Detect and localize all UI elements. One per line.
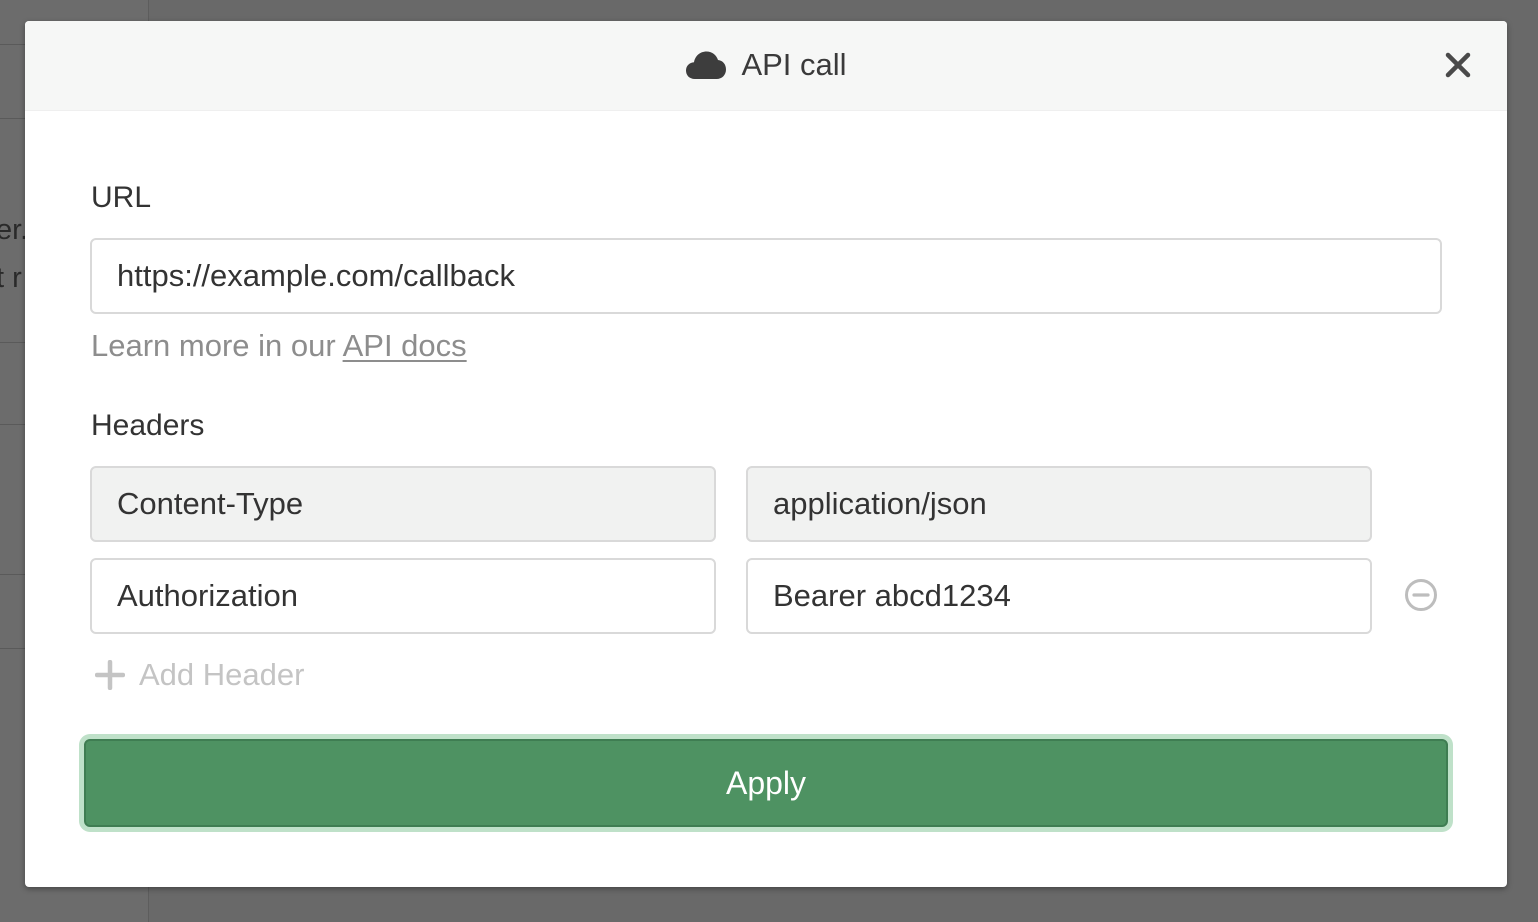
url-label: URL bbox=[91, 181, 152, 214]
add-header-label: Add Header bbox=[139, 657, 305, 692]
cloud-icon bbox=[685, 50, 727, 80]
modal-title: API call bbox=[25, 47, 1507, 88]
url-help-text: Learn more in our API docs bbox=[91, 328, 467, 364]
header-value-input[interactable] bbox=[746, 558, 1372, 634]
url-input[interactable] bbox=[90, 238, 1442, 314]
plus-icon bbox=[95, 660, 125, 690]
help-prefix: Learn more in our bbox=[91, 328, 343, 363]
background-text: t r bbox=[0, 262, 22, 294]
remove-header-button[interactable] bbox=[1404, 578, 1438, 612]
api-docs-link[interactable]: API docs bbox=[343, 328, 467, 363]
add-header-button[interactable]: Add Header bbox=[95, 657, 304, 693]
header-value-input bbox=[746, 466, 1372, 542]
close-button[interactable] bbox=[1443, 50, 1473, 80]
minus-circle-icon bbox=[1404, 578, 1438, 612]
header-name-input bbox=[90, 466, 716, 542]
modal-header: API call bbox=[25, 21, 1507, 111]
headers-label: Headers bbox=[91, 409, 205, 442]
close-icon bbox=[1443, 50, 1473, 80]
modal-title-text: API call bbox=[741, 47, 847, 82]
header-name-input[interactable] bbox=[90, 558, 716, 634]
api-call-modal: API call URL Learn more in our API docs … bbox=[25, 21, 1507, 887]
background-text: er. bbox=[0, 214, 29, 246]
apply-button[interactable]: Apply bbox=[84, 739, 1448, 827]
